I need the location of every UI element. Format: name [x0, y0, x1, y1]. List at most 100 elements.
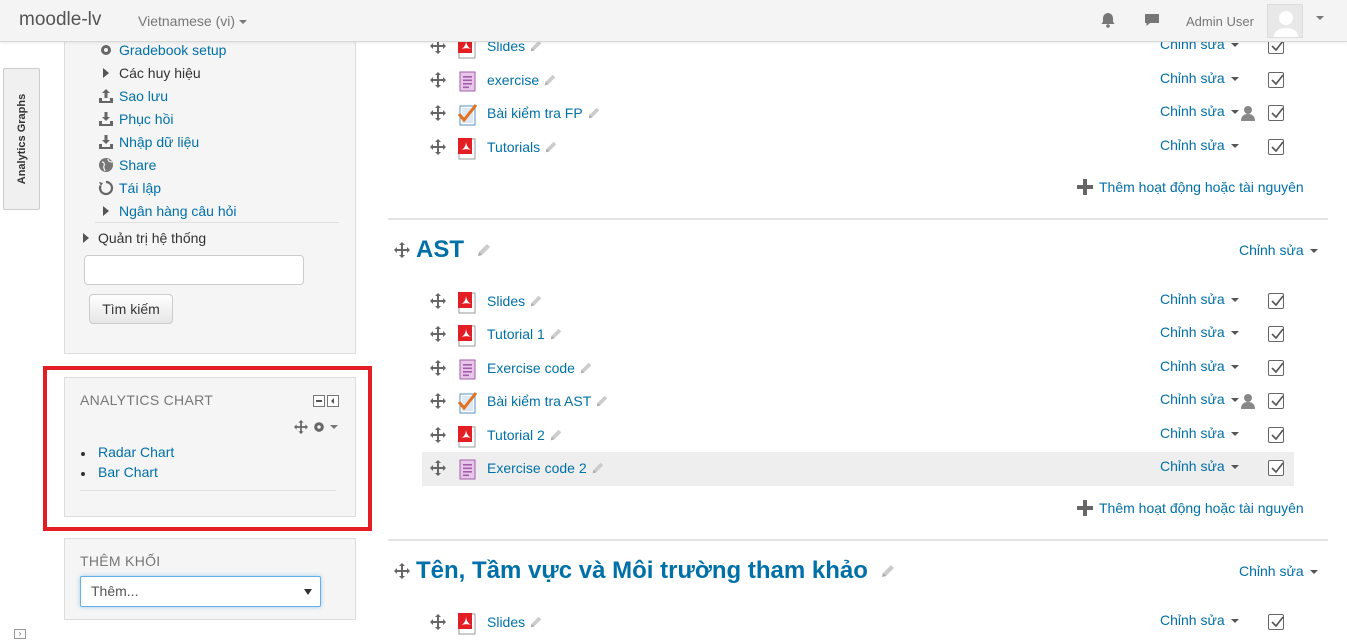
completion-checkbox[interactable] [1268, 360, 1284, 376]
edit-title-icon[interactable] [880, 563, 896, 579]
activity-row[interactable]: Exercise code Chỉnh sửa [422, 352, 1294, 386]
analytics-graphs-dock-tab[interactable]: Analytics Graphs [3, 68, 40, 210]
edit-menu[interactable]: Chỉnh sửa [1160, 612, 1239, 628]
admin-item-label[interactable]: Share [119, 157, 156, 173]
messages-icon[interactable] [1143, 11, 1161, 29]
completion-checkbox[interactable] [1268, 139, 1284, 155]
activity-link[interactable]: Tutorials [487, 139, 540, 155]
activity-link[interactable]: Bài kiểm tra FP [487, 105, 583, 121]
move-icon[interactable] [394, 563, 410, 579]
edit-title-icon[interactable] [476, 242, 492, 258]
activity-link[interactable]: Slides [487, 614, 525, 630]
site-administration-node[interactable]: Quản trị hệ thống [83, 230, 206, 246]
admin-item-reset[interactable]: Tái lập [97, 176, 237, 199]
activity-row[interactable]: Slides Chỉnh sửa [422, 285, 1294, 319]
edit-title-icon[interactable] [579, 361, 593, 375]
move-icon[interactable] [430, 139, 446, 155]
username[interactable]: Admin User [1186, 14, 1254, 29]
completion-checkbox[interactable] [1268, 460, 1284, 476]
edit-title-icon[interactable] [529, 615, 543, 629]
edit-title-icon[interactable] [549, 428, 563, 442]
section-edit-menu[interactable]: Chỉnh sửa [1239, 563, 1318, 579]
edit-menu[interactable]: Chỉnh sửa [1160, 391, 1239, 407]
group-mode-icon[interactable] [1240, 393, 1256, 409]
admin-item-label[interactable]: Gradebook setup [119, 42, 226, 58]
edit-title-icon[interactable] [587, 106, 601, 120]
completion-checkbox[interactable] [1268, 393, 1284, 409]
completion-checkbox[interactable] [1268, 326, 1284, 342]
edit-title-icon[interactable] [529, 294, 543, 308]
search-button[interactable]: Tìm kiếm [89, 294, 173, 324]
completion-checkbox[interactable] [1268, 614, 1284, 630]
admin-item-label[interactable]: Phục hồi [119, 111, 173, 127]
edit-menu[interactable]: Chỉnh sửa [1160, 137, 1239, 153]
activity-row[interactable]: Bài kiểm tra AST Chỉnh sửa [422, 385, 1294, 419]
edit-menu[interactable]: Chỉnh sửa [1160, 103, 1239, 119]
add-activity-link[interactable]: Thêm hoạt động hoặc tài nguyên [1077, 179, 1304, 195]
edit-title-icon[interactable] [549, 327, 563, 341]
move-icon[interactable] [430, 614, 446, 630]
completion-checkbox[interactable] [1268, 293, 1284, 309]
add-activity-link[interactable]: Thêm hoạt động hoặc tài nguyên [1077, 500, 1304, 516]
notifications-icon[interactable] [1099, 11, 1117, 29]
move-icon[interactable] [430, 293, 446, 309]
move-icon[interactable] [394, 242, 410, 258]
activity-link[interactable]: Tutorial 2 [487, 427, 545, 443]
move-icon[interactable] [430, 326, 446, 342]
admin-item-import[interactable]: Nhập dữ liệu [97, 130, 237, 153]
activity-row[interactable]: Tutorial 2 Chỉnh sửa [422, 419, 1294, 453]
move-icon[interactable] [430, 393, 446, 409]
edit-menu[interactable]: Chỉnh sửa [1160, 291, 1239, 307]
language-menu[interactable]: Vietnamese (vi) [138, 13, 248, 29]
activity-link[interactable]: Exercise code 2 [487, 460, 587, 476]
edit-menu[interactable]: Chỉnh sửa [1160, 324, 1239, 340]
admin-item-share[interactable]: Share [97, 153, 237, 176]
edit-menu[interactable]: Chỉnh sửa [1160, 458, 1239, 474]
edit-title-icon[interactable] [544, 140, 558, 154]
activity-row[interactable]: exercise Chỉnh sửa [422, 64, 1294, 98]
completion-checkbox[interactable] [1268, 105, 1284, 121]
section-title[interactable]: Tên, Tầm vực và Môi trường tham khảo [416, 557, 868, 585]
completion-checkbox[interactable] [1268, 427, 1284, 443]
section-edit-menu[interactable]: Chỉnh sửa [1239, 242, 1318, 258]
activity-row-highlighted[interactable]: Exercise code 2 Chỉnh sửa [422, 452, 1294, 486]
admin-item-label[interactable]: Ngân hàng câu hỏi [119, 203, 237, 219]
activity-row[interactable]: Tutorial 1 Chỉnh sửa [422, 318, 1294, 352]
completion-checkbox[interactable] [1268, 72, 1284, 88]
admin-item-backup[interactable]: Sao lưu [97, 84, 237, 107]
edit-menu[interactable]: Chỉnh sửa [1160, 70, 1239, 86]
add-block-select[interactable]: Thêm... [80, 576, 321, 607]
move-icon[interactable] [430, 105, 446, 121]
admin-item-label[interactable]: Các huy hiệu [119, 65, 201, 81]
move-icon[interactable] [430, 427, 446, 443]
activity-link[interactable]: exercise [487, 72, 539, 88]
edit-menu[interactable]: Chỉnh sửa [1160, 425, 1239, 441]
edit-title-icon[interactable] [543, 73, 557, 87]
activity-row[interactable]: Bài kiểm tra FP Chỉnh sửa [422, 97, 1294, 131]
move-icon[interactable] [430, 72, 446, 88]
admin-item-restore[interactable]: Phục hồi [97, 107, 237, 130]
dock-expand-icon[interactable]: › [14, 629, 26, 639]
avatar[interactable] [1267, 4, 1303, 38]
edit-title-icon[interactable] [591, 461, 605, 475]
admin-item-label[interactable]: Tái lập [119, 180, 161, 196]
move-icon[interactable] [430, 460, 446, 476]
user-menu-caret-icon[interactable] [1316, 16, 1324, 20]
group-mode-icon[interactable] [1240, 105, 1256, 121]
edit-title-icon[interactable] [595, 394, 609, 408]
activity-row[interactable]: Tutorials Chỉnh sửa [422, 131, 1294, 165]
activity-link[interactable]: Bài kiểm tra AST [487, 393, 591, 409]
activity-link[interactable]: Slides [487, 293, 525, 309]
edit-menu[interactable]: Chỉnh sửa [1160, 358, 1239, 374]
site-brand[interactable]: moodle-lv [19, 9, 101, 31]
admin-search-input[interactable] [84, 255, 304, 285]
admin-item-question-bank[interactable]: Ngân hàng câu hỏi [97, 199, 237, 222]
section-title[interactable]: AST [416, 236, 464, 264]
activity-row[interactable]: Slides Chỉnh sửa [422, 606, 1294, 640]
admin-item-badges[interactable]: Các huy hiệu [97, 61, 237, 84]
admin-item-label[interactable]: Sao lưu [119, 88, 168, 104]
activity-link[interactable]: Tutorial 1 [487, 326, 545, 342]
activity-link[interactable]: Exercise code [487, 360, 575, 376]
admin-item-label[interactable]: Nhập dữ liệu [119, 134, 199, 150]
move-icon[interactable] [430, 360, 446, 376]
